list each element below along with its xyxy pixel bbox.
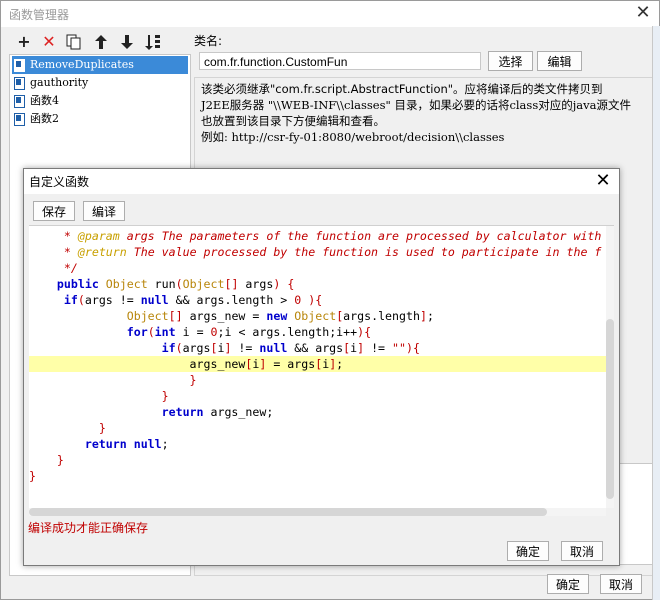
select-button[interactable]: 选择 [488, 51, 533, 71]
code-line: return args_new; [161, 405, 274, 419]
dialog-close-icon[interactable]: ✕ [592, 171, 614, 193]
code-line: return null; [84, 437, 169, 451]
code-line: public Object run(Object[] args) { [56, 277, 295, 291]
vertical-scrollbar-thumb[interactable] [606, 319, 614, 499]
function-file-icon [14, 113, 25, 126]
background-strip [652, 26, 660, 600]
dialog-ok-button[interactable]: 确定 [507, 541, 549, 561]
code-line: for(int i = 0;i < args.length;i++){ [126, 325, 372, 339]
add-icon[interactable]: + [14, 32, 34, 52]
delete-icon[interactable]: ✕ [39, 32, 59, 52]
save-button[interactable]: 保存 [33, 201, 75, 221]
list-item[interactable]: 函数2 [12, 110, 188, 128]
dialog-cancel-button[interactable]: 取消 [561, 541, 603, 561]
custom-function-dialog: 自定义函数 ✕ 保存 编译 * @param args The paramete… [23, 168, 620, 566]
list-item[interactable]: gauthority [12, 74, 188, 92]
copy-icon[interactable] [64, 32, 84, 52]
function-file-icon [14, 77, 25, 90]
list-item[interactable]: RemoveDuplicates [12, 56, 188, 74]
move-up-icon[interactable] [91, 32, 111, 52]
function-file-icon [14, 59, 25, 72]
code-line: if(args != null && args.length > 0 ){ [63, 293, 323, 307]
sort-icon[interactable] [143, 32, 163, 52]
class-name-label: 类名: [194, 34, 223, 48]
move-down-icon[interactable] [117, 32, 137, 52]
class-name-input[interactable]: com.fr.function.CustomFun [199, 52, 481, 70]
code-editor[interactable]: * @param args The parameters of the func… [29, 226, 606, 508]
window-titlebar: 函数管理器 ✕ [1, 1, 659, 27]
description-line: J2EE服务器 "\\WEB-INF\\classes" 目录，如果必要的话将c… [201, 98, 631, 112]
code-line: } [189, 373, 197, 387]
dialog-title: 自定义函数 [29, 175, 90, 189]
code-line: } [29, 469, 36, 483]
description-line: 也放置到该目录下方便编辑和查看。 [201, 114, 385, 128]
description-line: 例如: http://csr-fy-01:8080/webroot/decisi… [201, 130, 505, 144]
code-line: } [98, 421, 106, 435]
compile-button[interactable]: 编译 [83, 201, 125, 221]
outer-cancel-button[interactable]: 取消 [600, 574, 642, 594]
code-line-highlighted: args_new[i] = args[i]; [29, 356, 606, 372]
description-line: 该类必须继承"com.fr.script.AbstractFunction"。应… [201, 82, 603, 96]
code-line: */ [29, 261, 78, 275]
code-line: * @return The value processed by the fun… [29, 245, 602, 259]
code-line: } [161, 389, 169, 403]
edit-button[interactable]: 编辑 [537, 51, 582, 71]
code-line: if(args[i] != null && args[i] != ""){ [161, 341, 420, 355]
code-line: } [56, 453, 64, 467]
code-line: * @param args The parameters of the func… [29, 229, 602, 243]
horizontal-scrollbar-thumb[interactable] [29, 508, 547, 516]
description-panel: 该类必须继承"com.fr.script.AbstractFunction"。应… [194, 77, 654, 149]
function-file-icon [14, 95, 25, 108]
code-line: Object[] args_new = new Object[args.leng… [126, 309, 434, 323]
compile-status-text: 编译成功才能正确保存 [28, 521, 149, 535]
window-title: 函数管理器 [9, 8, 70, 22]
window-close-icon[interactable]: ✕ [633, 4, 653, 24]
list-item[interactable]: 函数4 [12, 92, 188, 110]
outer-ok-button[interactable]: 确定 [547, 574, 589, 594]
